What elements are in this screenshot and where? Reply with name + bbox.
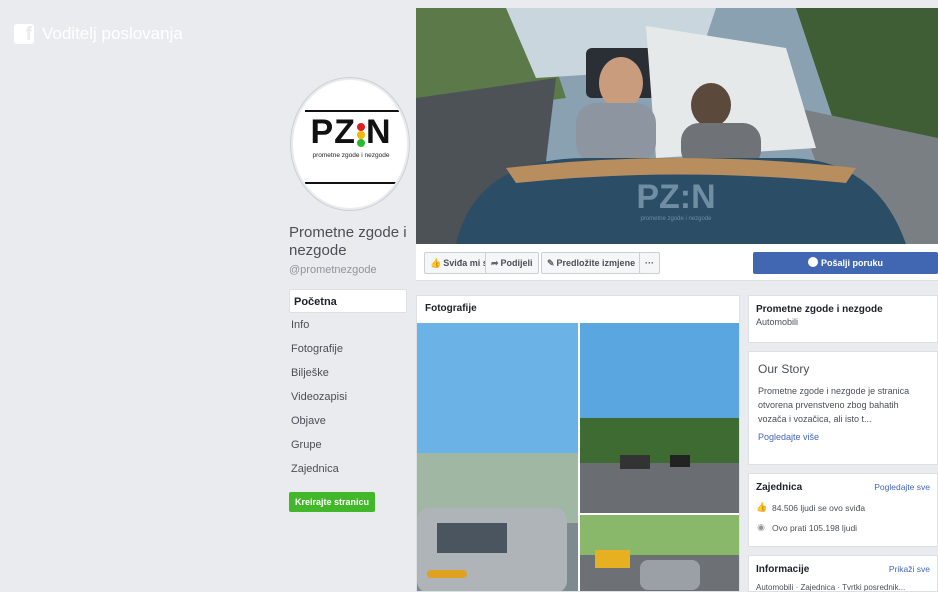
story-title: Our Story — [758, 362, 810, 376]
nav-item-pocetna[interactable]: Početna — [289, 289, 407, 313]
page-logo: PZ N prometne zgode i nezgode — [301, 114, 401, 176]
photo-thumbnail[interactable] — [580, 515, 739, 591]
logo-text-start: PZ — [310, 113, 356, 151]
likes-stat: 👍 84.506 ljudi se ovo sviđa — [756, 502, 930, 513]
photo-thumbnail[interactable] — [417, 323, 578, 591]
nav-item-biljeske[interactable]: Bilješke — [289, 361, 407, 385]
our-story-card: Our Story Prometne zgode i nezgode je st… — [748, 351, 938, 465]
thumbs-up-icon: 👍 — [756, 502, 768, 512]
photos-card: Fotografije — [416, 295, 740, 592]
page-title[interactable]: Prometne zgode i nezgode — [289, 224, 409, 260]
information-card: Informacije Prikaži sve Automobili · Zaj… — [748, 555, 938, 592]
community-see-all-link[interactable]: Pogledajte sve — [874, 482, 930, 493]
nav-item-fotografije[interactable]: Fotografije — [289, 337, 407, 361]
page-nav: Početna Info Fotografije Bilješke Videoz… — [289, 289, 407, 481]
share-label: Podijeli — [500, 258, 533, 268]
information-title: Informacije — [756, 564, 810, 575]
cover-watermark-sub: prometne zgode i nezgode — [640, 216, 712, 222]
nav-item-grupe[interactable]: Grupe — [289, 433, 407, 457]
share-button[interactable]: ➦ Podijeli — [485, 252, 539, 274]
page-handle[interactable]: @prometnezgode — [289, 264, 377, 276]
more-button[interactable]: ··· — [639, 252, 660, 274]
facebook-icon: f — [14, 24, 34, 45]
business-manager-title: Voditelj poslovanja — [42, 24, 183, 43]
send-message-label: Pošalji poruku — [820, 258, 883, 268]
cover-photo[interactable]: PZ:N prometne zgode i nezgode — [416, 8, 938, 244]
pencil-icon: ✎ — [547, 258, 555, 268]
photos-title[interactable]: Fotografije — [417, 296, 739, 323]
create-page-button[interactable]: Kreirajte stranicu — [289, 492, 376, 512]
nav-item-objave[interactable]: Objave — [289, 409, 407, 433]
logo-top-line — [305, 110, 399, 112]
business-manager-header[interactable]: f Voditelj poslovanja — [14, 24, 183, 45]
page-avatar[interactable]: PZ N prometne zgode i nezgode — [291, 78, 409, 210]
nav-item-zajednica[interactable]: Zajednica — [289, 457, 407, 481]
messenger-icon — [807, 257, 818, 267]
page-actions-bar: 👍 Sviđa mi se ➦ Podijeli ✎ Predložite izmje… — [416, 244, 938, 281]
info-card-category[interactable]: Automobili — [756, 317, 930, 327]
suggest-label: Predložite izmjene — [556, 258, 636, 268]
follows-count: Ovo prati 105.198 ljudi — [772, 522, 858, 533]
suggest-edits-button[interactable]: ✎ Predložite izmjene — [541, 252, 642, 274]
information-categories: Automobili · Zajednica · Tvrtki posredni… — [756, 583, 906, 592]
page-info-card: Prometne zgode i nezgode Automobili — [748, 295, 938, 343]
nav-item-info[interactable]: Info — [289, 313, 407, 337]
share-icon: ➦ — [491, 258, 499, 268]
information-show-all-link[interactable]: Prikaži sve — [889, 564, 930, 575]
send-message-button[interactable]: Pošalji poruku — [753, 252, 938, 274]
nav-item-videozapisi[interactable]: Videozapisi — [289, 385, 407, 409]
thumbs-up-icon: 👍 — [430, 258, 442, 268]
logo-bottom-line — [305, 182, 399, 184]
community-title: Zajednica — [756, 482, 803, 493]
info-card-title[interactable]: Prometne zgode i nezgode — [756, 304, 930, 315]
cover-watermark: PZ:N — [636, 178, 715, 216]
follows-stat: ◉ Ovo prati 105.198 ljudi — [756, 522, 930, 533]
likes-count: 84.506 ljudi se ovo sviđa — [772, 502, 866, 513]
logo-subtitle: prometne zgode i nezgode — [312, 152, 390, 159]
community-card: Zajednica Pogledajte sve 👍 84.506 ljudi … — [748, 473, 938, 547]
story-body: Prometne zgode i nezgode je stranica otv… — [758, 386, 910, 424]
rss-icon: ◉ — [757, 522, 765, 532]
photo-thumbnail[interactable] — [580, 323, 739, 513]
logo-text-end: N — [365, 113, 392, 151]
story-see-more-link[interactable]: Pogledajte više — [758, 432, 928, 442]
traffic-light-dots-icon — [356, 121, 366, 148]
